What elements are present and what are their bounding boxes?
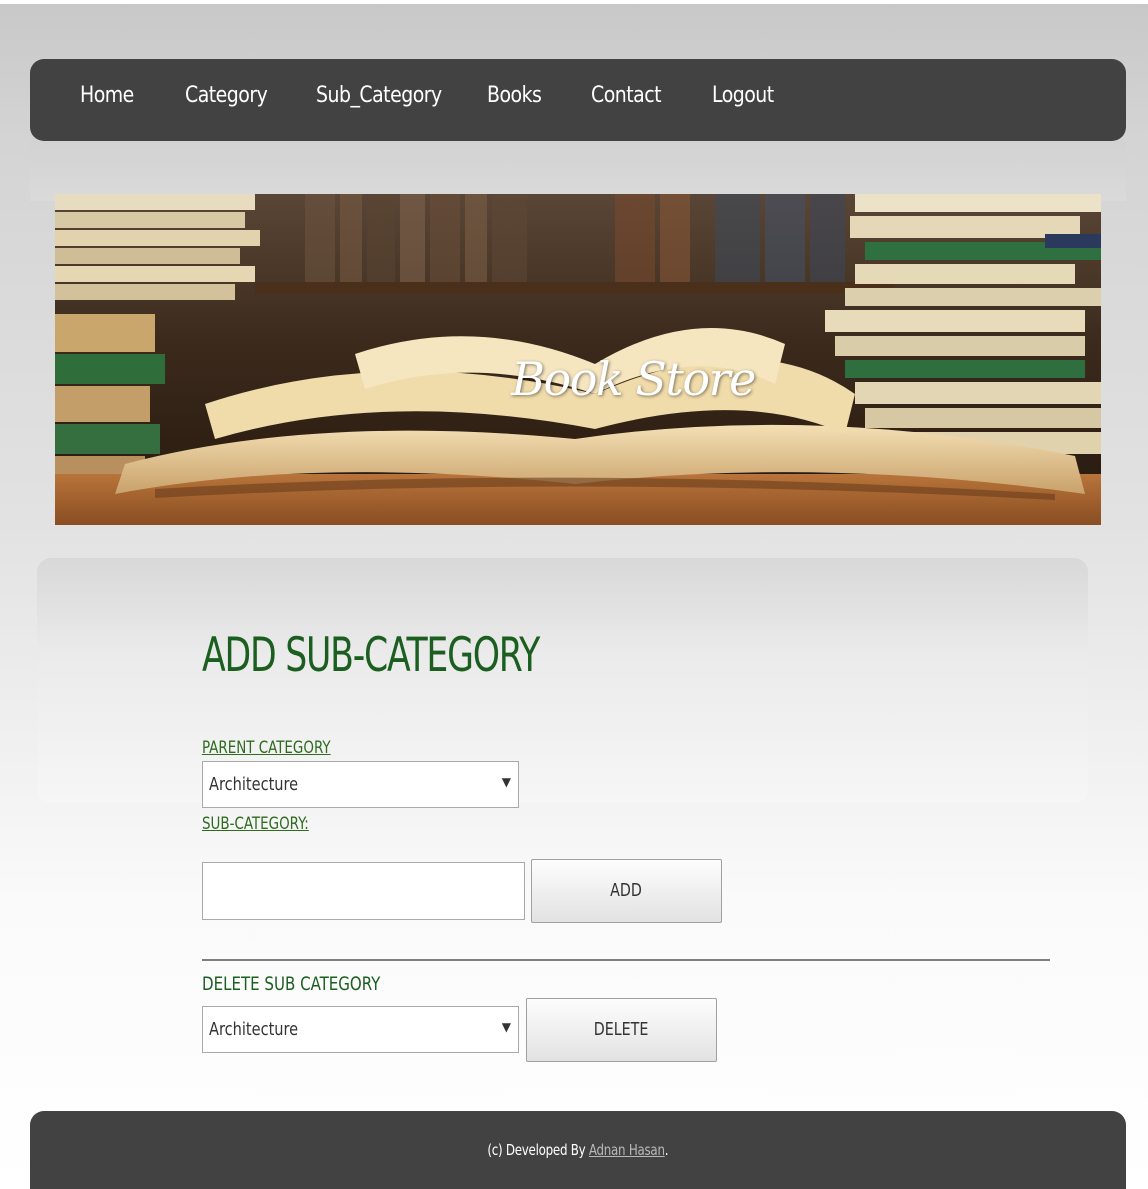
parent-category-label: PARENT CATEGORY [202,738,331,758]
add-button[interactable]: ADD [531,859,722,923]
banner-image: Book Store [55,194,1101,525]
dropdown-arrow-icon: ▼ [501,1020,511,1034]
author-link[interactable]: Adnan Hasan [589,1141,665,1159]
delete-button[interactable]: DELETE [526,998,717,1062]
nav-books[interactable]: Books [487,59,542,141]
content-panel [37,558,1088,803]
dropdown-arrow-icon: ▼ [501,775,511,789]
delete-sub-category-label: DELETE SUB CATEGORY [202,973,381,995]
footer-credit: (c) Developed By Adnan Hasan. [30,1141,1126,1159]
nav-contact[interactable]: Contact [591,59,662,141]
parent-category-select[interactable]: Architecture ▼ [202,761,519,808]
sub-category-label: SUB-CATEGORY: [202,814,309,834]
footer: (c) Developed By Adnan Hasan. [30,1111,1126,1189]
banner-title: Book Store [511,352,756,406]
footer-prefix: (c) Developed By [487,1141,590,1159]
nav-category[interactable]: Category [185,59,268,141]
page-title: ADD SUB-CATEGORY [202,628,540,683]
parent-category-value: Architecture [209,774,299,795]
nav-sub-category[interactable]: Sub_Category [316,59,442,141]
section-divider [202,959,1050,961]
delete-sub-category-select[interactable]: Architecture ▼ [202,1006,519,1053]
nav-home[interactable]: Home [80,59,134,141]
nav-logout[interactable]: Logout [712,59,774,141]
add-button-label: ADD [610,880,643,901]
sub-category-input[interactable] [202,862,525,920]
footer-suffix: . [664,1141,669,1159]
top-strip [0,0,1148,4]
delete-button-label: DELETE [594,1019,649,1040]
header-strip [30,141,1126,201]
delete-sub-category-value: Architecture [209,1019,299,1040]
main-nav: Home Category Sub_Category Books Contact… [30,59,1126,141]
